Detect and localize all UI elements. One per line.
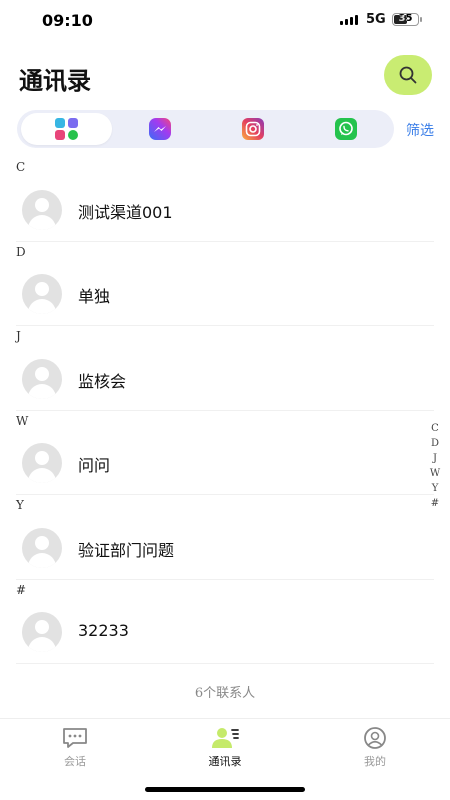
avatar bbox=[22, 359, 62, 399]
section-letter: D bbox=[16, 245, 26, 259]
page-title: 通讯录 bbox=[19, 67, 91, 95]
profile-icon bbox=[364, 727, 386, 749]
tab-contacts[interactable]: 通讯录 bbox=[170, 727, 280, 769]
tab-profile[interactable]: 我的 bbox=[320, 727, 430, 769]
tab-label: 通讯录 bbox=[208, 755, 242, 768]
tab-label: 会话 bbox=[64, 755, 86, 768]
alphabet-index[interactable]: C D J W Y # bbox=[428, 421, 442, 511]
filter-button[interactable]: 筛选 bbox=[406, 120, 434, 140]
instagram-icon bbox=[241, 118, 264, 140]
contact-name: 问问 bbox=[78, 456, 111, 475]
search-icon bbox=[399, 66, 417, 84]
whatsapp-icon bbox=[334, 118, 357, 140]
index-letter[interactable]: J bbox=[433, 451, 437, 466]
contact-name: 测试渠道001 bbox=[78, 203, 173, 222]
home-indicator[interactable] bbox=[145, 787, 305, 792]
signal-icon bbox=[340, 15, 358, 25]
contact-row[interactable]: 32233 bbox=[16, 600, 434, 664]
chat-icon bbox=[63, 728, 87, 748]
index-letter[interactable]: W bbox=[430, 466, 440, 481]
contact-row[interactable]: 验证部门问题 bbox=[16, 516, 434, 580]
messenger-icon bbox=[148, 118, 171, 140]
battery-icon: 35 bbox=[392, 13, 419, 26]
contact-row[interactable]: 监核会 bbox=[16, 347, 434, 411]
tab-label: 我的 bbox=[364, 755, 386, 768]
index-letter[interactable]: # bbox=[431, 496, 439, 511]
channel-tab-whatsapp[interactable] bbox=[300, 113, 391, 145]
contact-name: 单独 bbox=[78, 287, 111, 306]
avatar bbox=[22, 443, 62, 483]
index-letter[interactable]: D bbox=[431, 436, 439, 451]
battery-level: 35 bbox=[398, 13, 413, 24]
avatar bbox=[22, 190, 62, 230]
channel-filter-bar bbox=[17, 110, 394, 148]
status-bar: 09:10 5G 35 bbox=[0, 0, 450, 44]
section-letter: # bbox=[16, 583, 27, 597]
contact-row[interactable]: 单独 bbox=[16, 262, 434, 326]
avatar bbox=[22, 274, 62, 314]
avatar bbox=[22, 612, 62, 652]
tab-chats[interactable]: 会话 bbox=[20, 727, 130, 769]
channel-tab-all[interactable] bbox=[21, 113, 112, 145]
section-letter: Y bbox=[16, 498, 24, 512]
index-letter[interactable]: C bbox=[431, 421, 439, 436]
contact-name: 32233 bbox=[78, 621, 129, 640]
avatar bbox=[22, 528, 62, 568]
battery-cap bbox=[420, 17, 422, 22]
contact-name: 验证部门问题 bbox=[78, 541, 175, 560]
section-letter: C bbox=[16, 160, 26, 174]
contacts-icon bbox=[212, 728, 239, 748]
contact-count: 6个联系人 bbox=[194, 686, 256, 701]
section-letter: J bbox=[16, 329, 21, 343]
contact-name: 监核会 bbox=[78, 372, 127, 391]
index-letter[interactable]: Y bbox=[432, 481, 439, 496]
contact-row[interactable]: 测试渠道001 bbox=[16, 178, 434, 242]
channel-tab-messenger[interactable] bbox=[114, 113, 205, 145]
contact-row[interactable]: 问问 bbox=[16, 431, 434, 495]
section-letter: W bbox=[16, 414, 29, 428]
status-time: 09:10 bbox=[42, 11, 93, 30]
channel-tab-instagram[interactable] bbox=[207, 113, 298, 145]
network-type: 5G bbox=[366, 12, 386, 27]
app-grid-icon bbox=[54, 118, 78, 140]
search-button[interactable] bbox=[384, 55, 432, 95]
